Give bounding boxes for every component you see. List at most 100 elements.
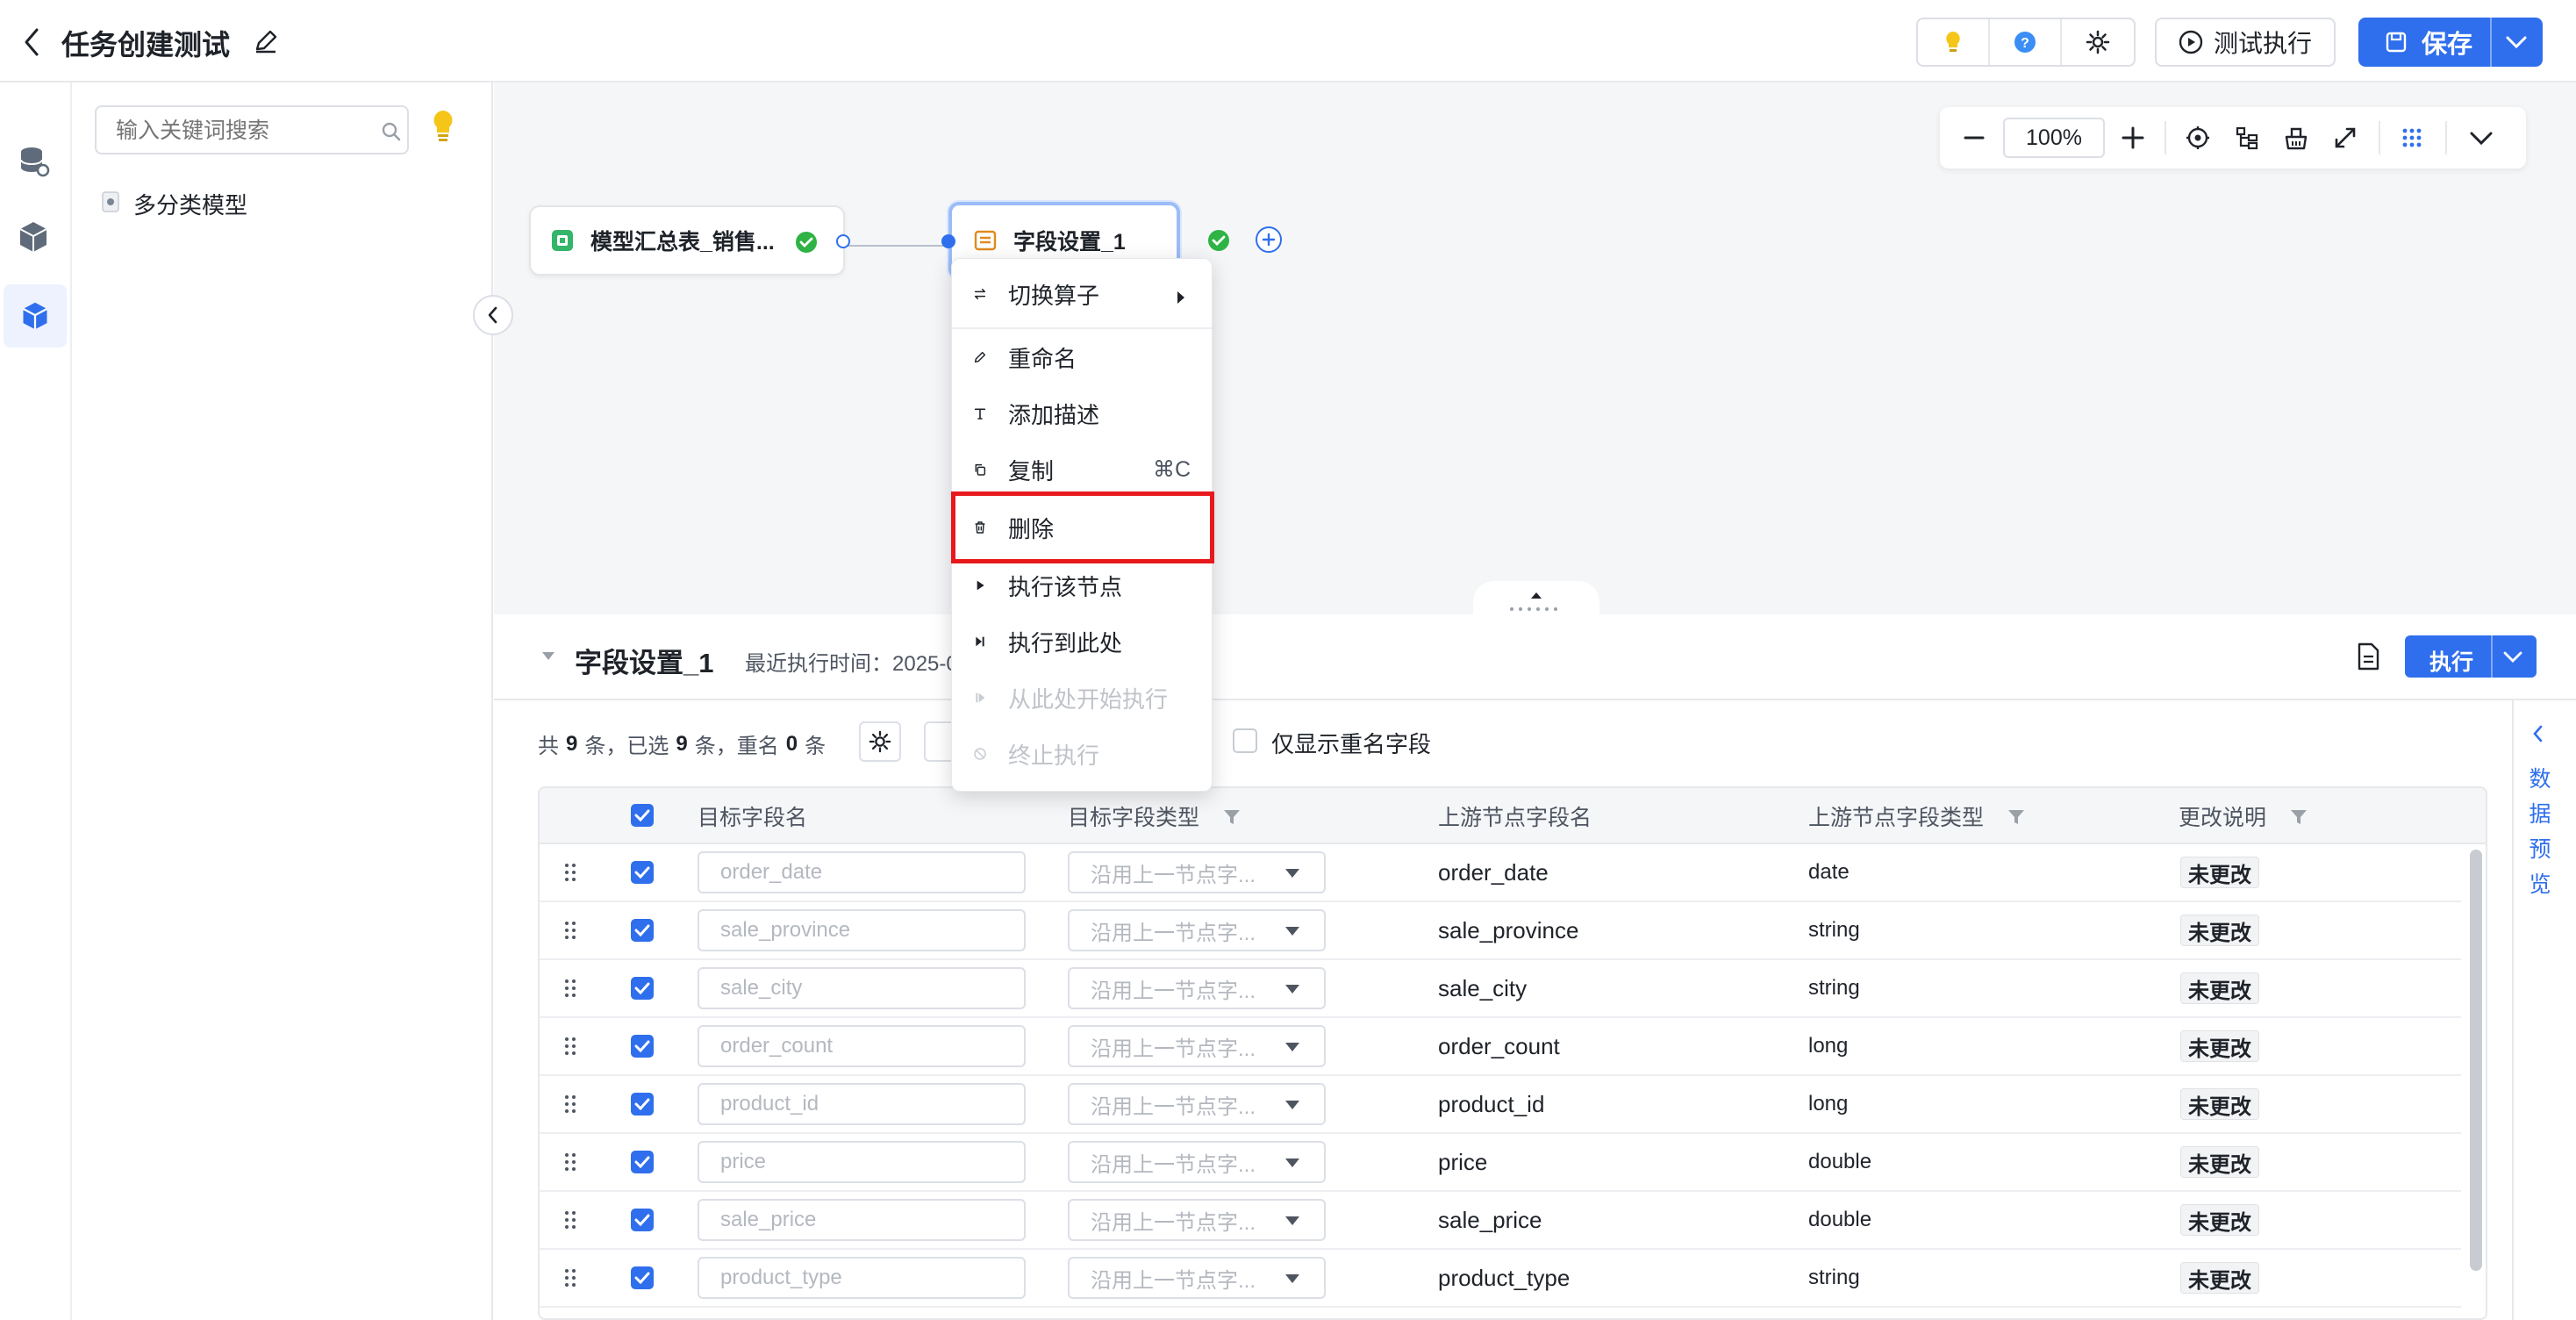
target-type-select[interactable]: 沿用上一节点字... [1068,1257,1326,1299]
settings-icon[interactable] [2062,19,2134,65]
row-checkbox[interactable] [631,1209,654,1231]
chevron-down-icon[interactable] [2468,126,2494,149]
summary-prefix: 共 [538,735,559,758]
row-checkbox[interactable] [631,1266,654,1289]
filter-icon[interactable] [2007,807,2026,827]
edit-title-icon[interactable] [253,28,279,54]
target-field-input[interactable]: price [698,1141,1026,1183]
table-scrollbar[interactable] [2470,850,2482,1271]
tips-lightbulb-icon[interactable] [430,109,456,148]
model-cube-icon[interactable] [16,219,51,259]
target-type-select[interactable]: 沿用上一节点字... [1068,909,1326,951]
column-header: 上游节点字段类型 [1808,806,1985,830]
row-checkbox[interactable] [631,977,654,1000]
select-all-checkbox[interactable] [631,804,654,827]
task-cube-icon[interactable] [4,284,67,348]
filter-icon[interactable] [2289,807,2308,827]
row-checkbox[interactable] [631,919,654,942]
target-field-input[interactable]: sale_province [698,909,1026,951]
output-port[interactable] [836,234,850,248]
table-row[interactable]: product_id 沿用上一节点字... product_id long 未更改 [540,1076,2461,1134]
save-button[interactable]: 保存 [2358,18,2543,67]
menu-item-play-to[interactable]: 执行到此处 [952,613,1212,670]
target-field-input[interactable]: product_id [698,1083,1026,1125]
target-field-input[interactable]: order_date [698,851,1026,893]
search-icon[interactable] [381,121,402,142]
drag-handle-icon[interactable] [564,920,576,945]
type-select-placeholder: 沿用上一节点字... [1091,863,1256,887]
menu-item-edit[interactable]: 重命名 [952,329,1212,385]
locate-icon[interactable] [2186,126,2210,150]
save-dropdown-icon[interactable] [2504,32,2529,53]
menu-item-trash[interactable]: 删除 [952,499,1212,556]
fullscreen-icon[interactable] [2333,126,2358,150]
drag-handle-icon[interactable] [564,862,576,887]
clear-icon[interactable] [2284,126,2308,150]
target-type-select[interactable]: 沿用上一节点字... [1068,1141,1326,1183]
drag-handle-icon[interactable] [564,1209,576,1235]
table-row[interactable]: sale_city 沿用上一节点字... sale_city string 未更改 [540,960,2461,1018]
target-type-select[interactable]: 沿用上一节点字... [1068,967,1326,1009]
add-node-button[interactable] [1256,226,1282,253]
menu-item-copy[interactable]: 复制 ⌘C [952,441,1212,498]
table-row[interactable]: price 沿用上一节点字... price double 未更改 [540,1134,2461,1192]
upstream-field-name: price [1438,1148,1488,1175]
layout-tree-icon[interactable] [2235,126,2259,150]
target-field-input[interactable]: order_count [698,1025,1026,1067]
row-checkbox[interactable] [631,861,654,884]
drag-handle-icon[interactable] [564,1151,576,1177]
row-checkbox[interactable] [631,1151,654,1173]
menu-item-play[interactable]: 执行该节点 [952,557,1212,613]
target-type-select[interactable]: 沿用上一节点字... [1068,1083,1326,1125]
collapse-sidebar-button[interactable] [473,295,513,335]
zoom-out-icon[interactable] [1963,128,1986,147]
drag-handle-icon[interactable] [564,978,576,1003]
upstream-field-type: string [1808,976,1860,1000]
menu-item-text[interactable]: 添加描述 [952,385,1212,441]
target-type-select[interactable]: 沿用上一节点字... [1068,1025,1326,1067]
target-field-input[interactable]: sale_city [698,967,1026,1009]
panel-resize-handle[interactable] [1473,581,1599,616]
upstream-field-name: sale_price [1438,1206,1542,1233]
menu-item-switch[interactable]: 切换算子 [952,266,1212,322]
grid-icon[interactable] [2400,126,2424,150]
run-button[interactable]: 执行 [2405,635,2537,678]
table-row[interactable]: sale_price 沿用上一节点字... sale_price double 未更改 [540,1192,2461,1250]
node-source-table[interactable]: 模型汇总表_销售... [529,205,850,276]
table-row[interactable]: product_type 沿用上一节点字... product_type string… [540,1250,2461,1308]
search-box[interactable] [95,105,409,154]
table-row[interactable]: order_date 沿用上一节点字... order_date date 未更改 [540,844,2461,902]
drag-handle-icon[interactable] [564,1036,576,1061]
lightbulb-icon[interactable] [1918,19,1990,65]
chevron-left-icon [488,306,497,324]
column-settings-button[interactable] [859,721,901,762]
divider [494,699,2576,700]
collapse-panel-icon[interactable] [540,649,557,664]
row-checkbox[interactable] [631,1035,654,1058]
zoom-in-icon[interactable] [2121,126,2145,150]
expand-preview-icon[interactable] [2531,723,2545,744]
flow-canvas[interactable]: 100% 模型汇总表_销售... 字段设置_1 [494,82,2576,616]
data-preview-tab[interactable]: 数 据 预 览 [2528,762,2552,902]
drag-handle-icon[interactable] [564,1267,576,1293]
target-field-input[interactable]: sale_price [698,1199,1026,1241]
input-port[interactable] [941,234,955,248]
table-row[interactable]: sale_province 沿用上一节点字... sale_province stri… [540,902,2461,960]
target-type-select[interactable]: 沿用上一节点字... [1068,1199,1326,1241]
help-icon[interactable]: ? [1990,19,2062,65]
filter-icon[interactable] [1222,807,1241,827]
test-run-button[interactable]: 测试执行 [2155,18,2336,67]
zoom-level[interactable]: 100% [2003,118,2105,158]
back-icon[interactable] [21,25,42,60]
document-icon[interactable] [2356,642,2380,671]
table-row[interactable]: order_count 沿用上一节点字... order_count long 未更改 [540,1018,2461,1076]
search-input[interactable] [116,116,353,146]
target-field-input[interactable]: product_type [698,1257,1026,1299]
run-dropdown-icon[interactable] [2501,648,2524,667]
row-checkbox[interactable] [631,1093,654,1116]
datasource-icon[interactable] [16,144,51,183]
drag-handle-icon[interactable] [564,1094,576,1119]
only-dup-checkbox[interactable] [1233,728,1257,753]
tree-item-label[interactable]: 多分类模型 [133,188,247,220]
target-type-select[interactable]: 沿用上一节点字... [1068,851,1326,893]
